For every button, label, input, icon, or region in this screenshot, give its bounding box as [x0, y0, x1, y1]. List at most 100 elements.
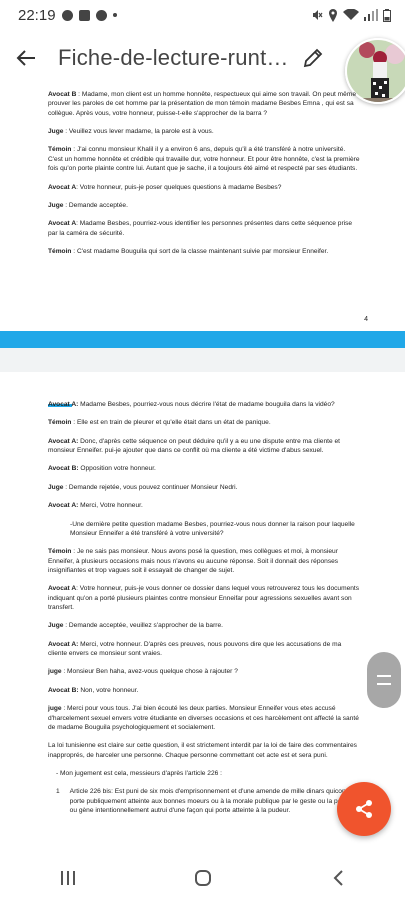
paragraph: Avocat A: Merci, Votre honneur.: [48, 501, 361, 510]
paragraph-text: : Monsieur Ben haha, avez-vous quelque c…: [61, 668, 238, 676]
paragraph-text: Opposition votre honneur.: [78, 465, 156, 473]
paragraph: Juge : Veuillez vous lever madame, la pa…: [48, 127, 361, 136]
speaker-label: Avocat A:: [48, 502, 79, 510]
speaker-label: Avocat A:: [48, 401, 79, 408]
recents-icon: [60, 871, 75, 885]
chevron-left-icon: [333, 870, 343, 886]
speaker-label: Témoin: [48, 548, 72, 556]
speaker-label: juge: [48, 705, 62, 713]
recents-button[interactable]: [38, 856, 98, 900]
list-item-text: Article 226 bis: Est puni de six mois d'…: [69, 788, 357, 815]
nav-back-button[interactable]: [308, 856, 368, 900]
list-number: 1: [56, 788, 60, 796]
paragraph: Témoin : Elle est en train de pleurer et…: [48, 418, 361, 427]
fast-scroll-handle[interactable]: [367, 652, 401, 708]
speaker-label: Avocat A: [48, 585, 77, 593]
paragraph: Avocat A: Votre honneur, puis-je poser q…: [48, 183, 361, 192]
document-page-5: Avocat A: Madame Besbes, pourriez-vous n…: [0, 400, 405, 815]
speaker-label: Avocat A: [48, 183, 77, 191]
speaker-label: Juge: [48, 483, 64, 491]
paragraph-text: : Votre honneur, puis-je poser quelques …: [76, 183, 282, 191]
paragraph-text: : Votre honneur, puis-je vous donner ce …: [48, 585, 360, 612]
speaker-label: Avocat B:: [48, 686, 79, 694]
signal-icon: [364, 9, 378, 21]
speaker-label: Avocat A: [48, 220, 77, 228]
back-button[interactable]: [0, 30, 52, 86]
more-notifications-icon: [112, 13, 117, 17]
home-icon: [194, 870, 211, 886]
paragraph-text: : Madame, mon client est un homme honnêt…: [48, 91, 356, 117]
document-viewer[interactable]: Avocat B : Madame, mon client est un hom…: [0, 86, 405, 856]
edit-button[interactable]: [293, 30, 333, 86]
app-bar: Fiche-de-lecture-runtim...: [0, 30, 405, 104]
list-item: 1 Article 226 bis: Est puni de six mois …: [48, 787, 361, 815]
paragraph: -Une dernière petite question madame Bes…: [70, 520, 355, 537]
paragraph-text: : Veuillez vous lever madame, la parole …: [63, 128, 214, 136]
paragraph-text: Merci, Votre honneur.: [78, 502, 143, 510]
share-button[interactable]: [337, 782, 391, 836]
paragraph: juge : Monsieur Ben haha, avez-vous quel…: [48, 667, 361, 676]
paragraph: Juge : Demande acceptée, veuillez s'appr…: [48, 621, 361, 630]
location-icon: [329, 8, 337, 22]
speaker-label: Juge: [48, 128, 64, 136]
speaker-label: Témoin: [48, 419, 72, 427]
paragraph-text: Merci, votre honneur. D'après ces preuve…: [48, 640, 342, 658]
paragraph: Avocat A: Merci, votre honneur. D'après …: [48, 640, 361, 659]
paragraph-text: : Demande rejetée, vous pouvez continuer…: [63, 483, 238, 491]
document-title: Fiche-de-lecture-runtim...: [58, 45, 293, 70]
paragraph: Juge : Demande rejetée, vous pouvez cont…: [48, 483, 361, 492]
paragraph: - Mon jugement est cela, messieurs d'apr…: [56, 769, 222, 777]
paragraph: Juge : Demande acceptée.: [48, 201, 361, 210]
speaker-label: juge: [48, 668, 62, 676]
paragraph: Témoin : Je ne sais pas monsieur. Nous a…: [48, 547, 361, 575]
status-time: 22:19: [18, 6, 56, 24]
gallery-icon: [78, 9, 90, 21]
paragraph-text: Donc, d'après cette séquence on peut déd…: [48, 437, 340, 455]
paragraph: Témoin : J'ai connu monsieur Khalil il y…: [48, 145, 361, 173]
status-left: 22:19: [18, 7, 117, 24]
wifi-icon: [343, 9, 359, 20]
home-button[interactable]: [173, 856, 233, 900]
scroll-grip-line: [377, 683, 391, 685]
paragraph-text: : Je ne sais pas monsieur. Nous avons po…: [48, 548, 339, 574]
speaker-label: Juge: [48, 622, 64, 630]
back-arrow-icon: [16, 50, 35, 66]
paragraph: Avocat B: Non, votre honneur.: [48, 686, 361, 695]
paragraph-text: : J'ai connu monsieur Khalil il y a envi…: [48, 146, 360, 173]
document-page-4: Avocat B : Madame, mon client est un hom…: [0, 86, 405, 256]
battery-icon: [383, 8, 391, 22]
page-number: 4: [364, 316, 368, 323]
system-nav-bar: [0, 856, 405, 900]
app-notification-icon: [95, 9, 107, 21]
share-icon: [356, 800, 372, 818]
speaker-label: Témoin: [48, 146, 72, 154]
paragraph: Avocat B : Madame, mon client est un hom…: [48, 90, 361, 118]
scroll-grip-line: [377, 675, 391, 677]
contacts-icon: [61, 9, 73, 21]
paragraph: Avocat B: Opposition votre honneur.: [48, 464, 361, 473]
paragraph-text: : Madame Besbes, pourriez-vous identifie…: [48, 220, 353, 237]
paragraph: Avocat A: Votre honneur, puis-je vous do…: [48, 584, 361, 612]
mute-icon: [313, 10, 323, 20]
speaker-label: Avocat A:: [48, 437, 79, 445]
paragraph-text: Madame Besbes, pourriez-vous nous décrir…: [78, 401, 335, 408]
speaker-label: Avocat A:: [48, 640, 79, 648]
paragraph-text: : Demande acceptée, veuillez s'approcher…: [63, 622, 223, 630]
paragraph: Avocat A: Madame Besbes, pourriez-vous i…: [48, 219, 361, 238]
paragraph-text: Non, votre honneur.: [78, 686, 139, 694]
paragraph: La loi tunisienne est claire sur cette q…: [48, 742, 357, 759]
paragraph-text: : Merci pour vous tous. J'ai bien écouté…: [48, 705, 359, 731]
speaker-label: Avocat B: [48, 91, 77, 98]
paragraph-text: : Demande acceptée.: [63, 201, 128, 209]
paragraph: Avocat A: Donc, d'après cette séquence o…: [48, 437, 361, 456]
status-bar: 22:19: [0, 0, 405, 30]
paragraph: juge : Merci pour vous tous. J'ai bien é…: [48, 704, 361, 732]
page-gap: [0, 348, 405, 372]
speaker-label: Avocat B:: [48, 465, 79, 473]
pencil-icon: [303, 48, 323, 68]
paragraph: Témoin : C'est madame Bouguila qui sort …: [48, 247, 361, 256]
status-right: [311, 8, 391, 22]
paragraph-text: : C'est madame Bouguila qui sort de la c…: [71, 247, 329, 255]
speaker-label: Témoin: [48, 247, 72, 255]
speaker-label: Juge: [48, 201, 64, 209]
